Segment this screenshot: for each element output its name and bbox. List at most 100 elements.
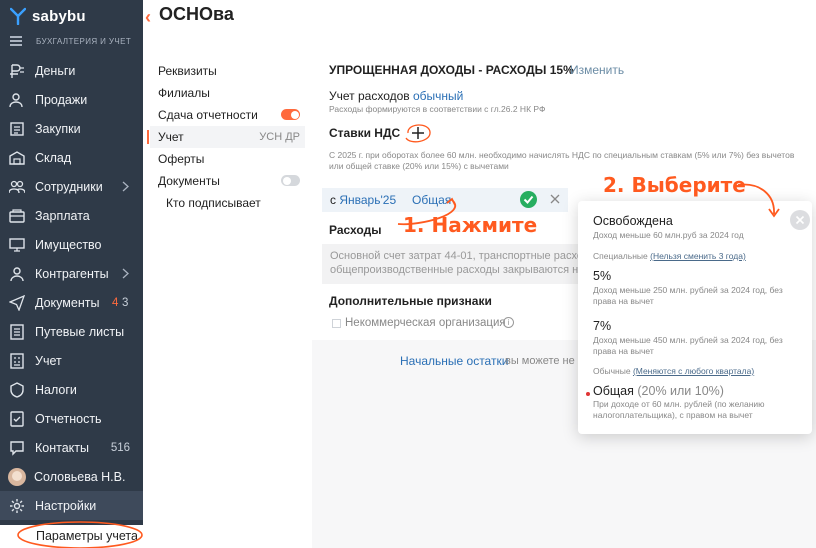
subnav-item-accounting[interactable]: Учет УСН ДР: [147, 126, 305, 148]
vat-rates-title: Ставки НДС: [329, 126, 401, 140]
expenses-line: общепроизводственные расходы закрываются…: [330, 263, 578, 276]
documents-toggle[interactable]: [281, 175, 300, 186]
logo-icon: [10, 7, 26, 25]
expense-accounting-note: Расходы формируются в соответствии с гл.…: [329, 104, 546, 114]
subnav-label: Кто подписывает: [166, 196, 261, 210]
counterparties-icon: [9, 266, 25, 282]
option-desc-line: При доходе от 60 млн. рублей (по желанию: [593, 399, 765, 409]
vat-from: с Январь'25: [330, 193, 396, 207]
close-icon[interactable]: [790, 210, 810, 230]
option-desc-line: Доход меньше 450 млн. рублей за 2024 год…: [593, 335, 783, 345]
normal-hint-link[interactable]: (Меняются с любого квартала): [633, 366, 754, 376]
vat-note-line: С 2025 г. при оборотах более 60 млн. нео…: [329, 150, 795, 160]
special-hint-link[interactable]: (Нельзя сменить 3 года): [650, 251, 746, 261]
subnav-item-documents[interactable]: Документы: [150, 170, 305, 192]
subnav-item-signers[interactable]: Кто подписывает: [150, 192, 305, 214]
reporting-toggle[interactable]: [281, 109, 300, 120]
option-rate-7[interactable]: 7%: [593, 319, 611, 333]
change-tax-link[interactable]: Изменить: [570, 63, 624, 77]
subnav-item-branches[interactable]: Филиалы: [150, 82, 305, 104]
subnav-label: Оферты: [158, 152, 205, 166]
subnav-item-offers[interactable]: Оферты: [150, 148, 305, 170]
sidebar-item-contacts[interactable]: Контакты 516: [0, 433, 143, 462]
initial-balances-link[interactable]: Начальные остатки: [400, 354, 508, 368]
sidebar-item-settings[interactable]: Настройки: [0, 491, 143, 520]
sidebar-item-label: Склад: [35, 150, 72, 165]
vat-rate-row: с Январь'25 Общая: [322, 188, 568, 212]
vat-rate-popup: Освобождена Доход меньше 60 млн.руб за 2…: [578, 201, 812, 434]
sidebar-subitem-accounting-params[interactable]: Параметры учета: [0, 525, 143, 548]
sidebar: sabybu БУХГАЛТЕРИЯ И УЧЕТ Деньги Продажи…: [0, 0, 143, 548]
sidebar-item-label: Путевые листы: [35, 324, 125, 339]
vat-rate-selector[interactable]: Общая: [412, 193, 451, 207]
sidebar-item-label: Продажи: [35, 92, 88, 107]
taxes-icon: [9, 381, 25, 398]
sidebar-item-property[interactable]: Имущество: [0, 230, 143, 259]
vat-from-date-link[interactable]: Январь'25: [339, 193, 396, 207]
logo[interactable]: sabybu: [10, 6, 86, 26]
subnav-item-reporting[interactable]: Сдача отчетности: [150, 104, 305, 126]
sidebar-item-label: Контакты: [35, 440, 89, 455]
info-icon[interactable]: i: [503, 317, 514, 328]
expense-accounting-link[interactable]: обычный: [413, 89, 463, 103]
option-rate-7-desc: Доход меньше 450 млн. рублей за 2024 год…: [593, 335, 783, 356]
sidebar-item-label: Отчетность: [35, 411, 102, 426]
option-general-title: Общая: [593, 384, 634, 398]
chevron-right-icon[interactable]: [122, 181, 129, 192]
confirm-check-icon[interactable]: [520, 191, 537, 208]
sidebar-item-accounting[interactable]: Учет: [0, 346, 143, 375]
chevron-right-icon[interactable]: [122, 268, 129, 279]
option-general[interactable]: Общая (20% или 10%): [593, 384, 724, 398]
back-chevron-icon[interactable]: ‹: [145, 7, 151, 28]
sidebar-item-label: Имущество: [35, 237, 102, 252]
cancel-close-icon[interactable]: [548, 192, 562, 206]
annotation-step-1: 1. Нажмите: [403, 213, 538, 237]
noncommercial-checkbox[interactable]: [332, 319, 341, 328]
selected-dot-icon: [586, 392, 590, 396]
option-rate-5-desc: Доход меньше 250 млн. рублей за 2024 год…: [593, 285, 783, 306]
sidebar-item-counterparties[interactable]: Контрагенты: [0, 259, 143, 288]
normal-group-label: Обычные (Меняются с любого квартала): [593, 366, 754, 376]
subnav-label: Филиалы: [158, 86, 210, 100]
sidebar-item-warehouse[interactable]: Склад: [0, 143, 143, 172]
sidebar-item-profile[interactable]: Соловьева Н.В.: [0, 462, 143, 491]
contacts-count: 516: [110, 441, 130, 454]
option-rate-5[interactable]: 5%: [593, 269, 611, 283]
additional-attributes-title: Дополнительные признаки: [329, 294, 492, 308]
menu-icon[interactable]: [10, 36, 22, 46]
option-exempt[interactable]: Освобождена: [593, 214, 673, 228]
sidebar-item-label: Настройки: [35, 498, 97, 513]
gear-icon: [9, 498, 25, 514]
option-desc-line: Доход меньше 250 млн. рублей за 2024 год…: [593, 285, 783, 295]
subnav-label: Документы: [158, 174, 220, 188]
documents-icon: [9, 294, 25, 311]
vat-info-note: С 2025 г. при оборотах более 60 млн. нео…: [329, 150, 799, 171]
sidebar-item-salary[interactable]: Зарплата: [0, 201, 143, 230]
page-title: ОСНОва: [159, 4, 234, 24]
documents-count: 3: [122, 296, 129, 309]
tax-system-tag: УСН ДР: [259, 131, 300, 143]
sidebar-item-label: Зарплата: [35, 208, 90, 223]
option-desc-line: права на вычет: [593, 295, 654, 306]
expense-accounting: Учет расходов обычный: [329, 89, 463, 103]
option-desc-line: права на вычет: [593, 345, 654, 356]
option-general-desc: При доходе от 60 млн. рублей (по желанию…: [593, 399, 765, 420]
expenses-description-box[interactable]: Основной счет затрат 44-01, транспортные…: [322, 244, 582, 284]
sidebar-item-money[interactable]: Деньги: [0, 56, 143, 85]
sidebar-item-reports[interactable]: Отчетность: [0, 404, 143, 433]
sidebar-item-purchases[interactable]: Закупки: [0, 114, 143, 143]
sidebar-item-taxes[interactable]: Налоги: [0, 375, 143, 404]
add-vat-rate-icon[interactable]: [400, 118, 434, 148]
normal-label: Обычные: [593, 366, 631, 376]
subnav-item-requisites[interactable]: Реквизиты: [150, 60, 305, 82]
subnav-label: Реквизиты: [158, 64, 217, 78]
sidebar-item-sales[interactable]: Продажи: [0, 85, 143, 114]
sidebar-item-label: Налоги: [35, 382, 77, 397]
sidebar-item-documents[interactable]: Документы 4 3: [0, 288, 143, 317]
expenses-description: Основной счет затрат 44-01, транспортные…: [330, 250, 578, 280]
option-exempt-desc: Доход меньше 60 млн.руб за 2024 год: [593, 230, 744, 240]
sidebar-item-employees[interactable]: Сотрудники: [0, 172, 143, 201]
expenses-title: Расходы: [329, 223, 382, 237]
sidebar-item-waybills[interactable]: Путевые листы: [0, 317, 143, 346]
documents-unread-count: 4: [112, 296, 119, 309]
